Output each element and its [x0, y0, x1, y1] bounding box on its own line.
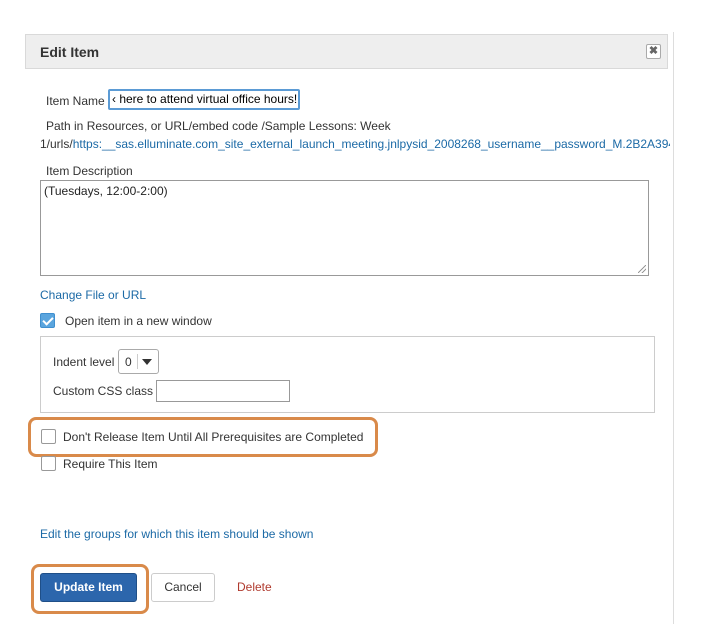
description-textarea[interactable]: (Tuesdays, 12:00-2:00)	[40, 180, 649, 276]
prereq-label: Don't Release Item Until All Prerequisit…	[63, 430, 364, 444]
dialog-title: Edit Item	[40, 44, 100, 60]
path-prefix: 1/urls/	[40, 137, 73, 151]
path-url-link[interactable]: https:__sas.elluminate.com_site_external…	[73, 137, 670, 151]
indent-level-value: 0	[125, 355, 132, 369]
change-file-link[interactable]: Change File or URL	[40, 288, 146, 302]
prereq-checkbox[interactable]	[41, 429, 56, 444]
description-label: Item Description	[46, 164, 133, 178]
css-class-input[interactable]	[156, 380, 290, 402]
css-class-label: Custom CSS class	[53, 384, 154, 398]
cancel-button[interactable]: Cancel	[151, 573, 215, 602]
item-name-input[interactable]: ‹ here to attend virtual office hours!	[108, 89, 300, 110]
path-value: 1/urls/https:__sas.elluminate.com_site_e…	[40, 137, 670, 151]
open-new-window-label: Open item in a new window	[65, 314, 212, 328]
update-item-button[interactable]: Update Item	[40, 573, 137, 602]
edit-groups-link[interactable]: Edit the groups for which this item shou…	[40, 527, 313, 541]
select-divider	[137, 354, 138, 369]
indent-settings-box	[40, 336, 655, 413]
open-new-window-checkbox[interactable]	[40, 313, 55, 328]
resize-grip-icon[interactable]	[638, 265, 646, 273]
chevron-down-icon	[142, 359, 152, 365]
require-item-label: Require This Item	[63, 457, 158, 471]
delete-button[interactable]: Delete	[237, 580, 272, 594]
require-item-checkbox[interactable]	[41, 456, 56, 471]
dialog-header: Edit Item ✖	[25, 34, 668, 69]
path-label: Path in Resources, or URL/embed code /Sa…	[46, 119, 391, 133]
dialog-right-border	[673, 32, 674, 624]
indent-level-select[interactable]: 0	[118, 349, 159, 374]
close-icon[interactable]: ✖	[646, 44, 661, 59]
description-text: (Tuesdays, 12:00-2:00)	[44, 184, 168, 198]
indent-level-label: Indent level	[53, 355, 115, 369]
item-name-label: Item Name	[46, 94, 105, 108]
